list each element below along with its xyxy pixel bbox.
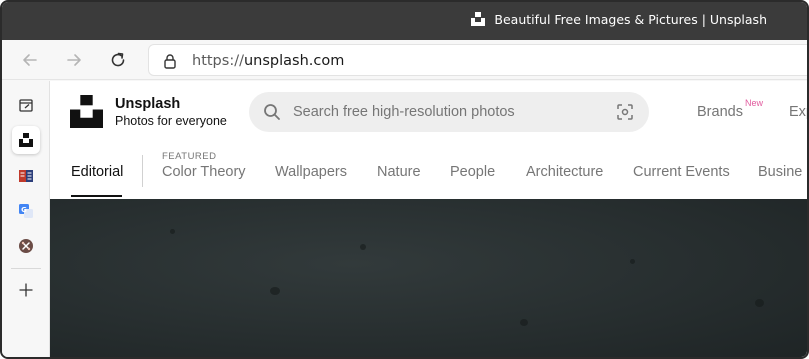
url-host: unsplash.com — [243, 53, 345, 69]
forward-button[interactable] — [62, 48, 86, 72]
refresh-button[interactable] — [106, 48, 130, 72]
unsplash-icon — [19, 133, 33, 147]
window-title-text: Beautiful Free Images & Pictures | Unspl… — [494, 11, 767, 27]
plus-icon — [19, 283, 33, 297]
tab-architecture[interactable]: Architecture — [526, 164, 603, 180]
navigation-bar: https://unsplash.com — [2, 40, 807, 80]
title-bar: Beautiful Free Images & Pictures | Unspl… — [2, 2, 807, 40]
tab-separator — [142, 155, 143, 187]
browser-window: Beautiful Free Images & Pictures | Unspl… — [0, 0, 809, 359]
sidebar-item-tool[interactable] — [12, 232, 40, 260]
search-bar[interactable] — [249, 92, 649, 132]
active-tab-indicator — [71, 195, 122, 197]
svg-text:G: G — [21, 206, 27, 214]
sidebar-item-unsplash[interactable] — [12, 126, 40, 154]
brand-name[interactable]: Unsplash — [115, 96, 180, 112]
url-text[interactable]: https://unsplash.com — [192, 53, 344, 69]
tab-people[interactable]: People — [450, 164, 495, 180]
visual-search-icon[interactable] — [617, 104, 633, 120]
search-icon[interactable] — [263, 103, 281, 121]
sidebar-item-translate[interactable]: G — [12, 197, 40, 225]
featured-label: FEATURED — [162, 151, 217, 162]
arrow-right-icon — [67, 54, 81, 66]
tab-editorial[interactable]: Editorial — [71, 164, 123, 180]
arrow-left-icon — [23, 54, 37, 66]
news-icon — [19, 170, 33, 182]
new-badge: New — [745, 98, 764, 108]
lock-icon[interactable] — [163, 53, 177, 69]
sidebar-item-notes[interactable] — [12, 91, 40, 119]
hero-texture — [755, 299, 764, 307]
tab-current-events[interactable]: Current Events — [633, 164, 730, 180]
refresh-icon — [111, 52, 125, 67]
tab-nature[interactable]: Nature — [377, 164, 421, 180]
unsplash-logo[interactable] — [70, 95, 103, 128]
brand-tagline: Photos for everyone — [115, 114, 227, 128]
translate-icon: G — [19, 204, 33, 218]
address-bar[interactable]: https://unsplash.com — [148, 44, 807, 76]
url-scheme: https:// — [192, 53, 244, 69]
hero-texture — [170, 229, 175, 234]
brands-link[interactable]: Brands — [697, 104, 743, 120]
web-page: Unsplash Photos for everyone Brands New … — [50, 81, 807, 357]
topic-tabs: Editorial FEATURED Color Theory Wallpape… — [50, 147, 807, 199]
tool-icon — [19, 239, 33, 253]
sidebar-item-news[interactable] — [12, 162, 40, 190]
hero-texture — [630, 259, 635, 264]
unsplash-logo-icon — [471, 12, 486, 26]
sidebar-add-button[interactable] — [12, 276, 40, 304]
explore-link[interactable]: Exp — [789, 104, 807, 120]
back-button[interactable] — [18, 48, 42, 72]
hero-image[interactable] — [50, 199, 807, 357]
search-input[interactable] — [293, 102, 593, 122]
notepad-icon — [19, 99, 33, 112]
browser-sidebar: G — [2, 81, 50, 357]
hero-texture — [270, 287, 280, 295]
tab-color-theory[interactable]: Color Theory — [162, 164, 246, 180]
sidebar-separator — [11, 268, 41, 269]
hero-texture — [520, 319, 528, 326]
tab-business[interactable]: Busine — [758, 164, 802, 180]
tab-wallpapers[interactable]: Wallpapers — [275, 164, 347, 180]
window-title: Beautiful Free Images & Pictures | Unspl… — [470, 11, 767, 27]
hero-texture — [360, 244, 366, 250]
